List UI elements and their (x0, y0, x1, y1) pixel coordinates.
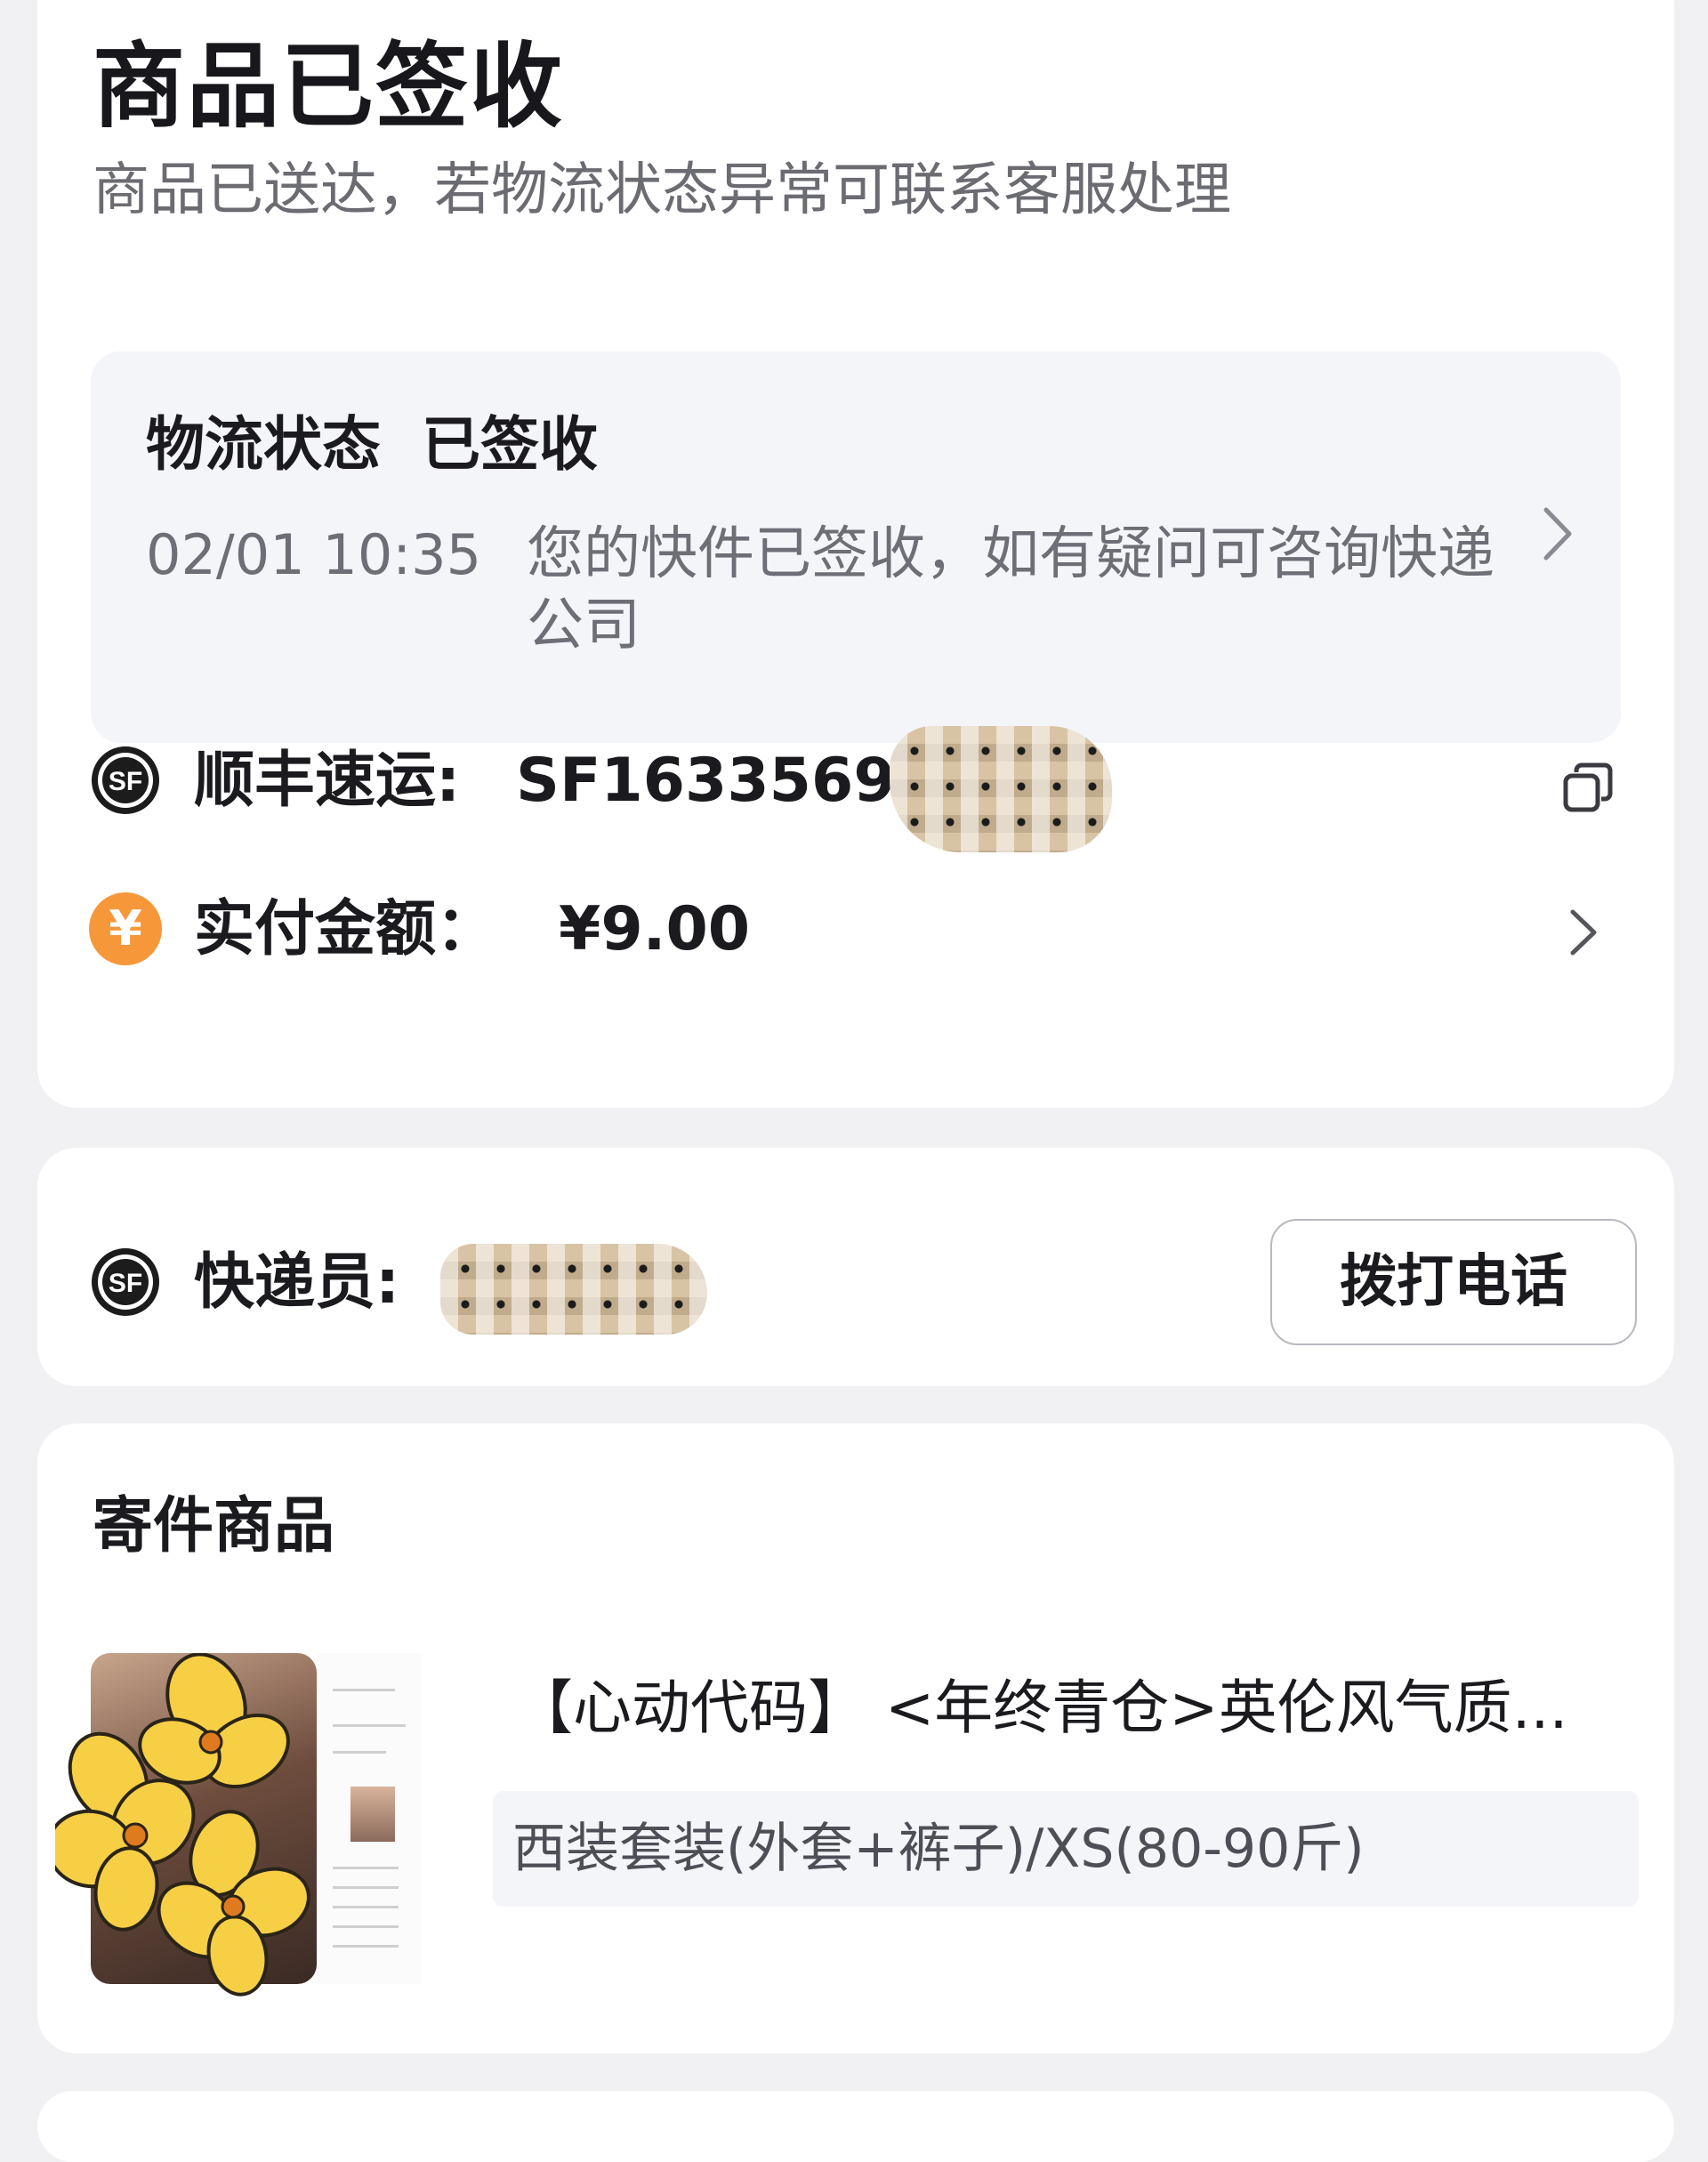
courier-row: SF 快递员: 拨打电话 (89, 1219, 1637, 1345)
courier-card: SF 快递员: 拨打电话 (37, 1148, 1674, 1386)
redaction-scribble (890, 726, 1112, 852)
shipment-status-card: 商品已签收 商品已送达，若物流状态异常可联系客服处理 物流状态 已签收 02/01… (37, 0, 1674, 1108)
shipped-goods-card: 寄件商品 【心动代码】 <年终青仓>英伦风气质... 西装套装(外套+裤子)/X… (37, 1424, 1674, 2053)
payment-amount: ¥9.00 (559, 894, 751, 964)
goods-sku: 西装套装(外套+裤子)/XS(80-90斤) (493, 1791, 1639, 1907)
tracking-number: SF16335693 (516, 746, 938, 816)
goods-item[interactable]: 【心动代码】 <年终青仓>英伦风气质... 西装套装(外套+裤子)/XS(80-… (55, 1653, 1639, 1997)
payment-label: 实付金额： (194, 894, 497, 964)
logistics-status: 已签收 (422, 410, 598, 479)
copy-icon[interactable] (1562, 762, 1614, 813)
chevron-right-icon[interactable] (1566, 905, 1601, 960)
logistics-heading: 物流状态 已签收 (146, 415, 598, 474)
page-subtitle: 商品已送达，若物流状态异常可联系客服处理 (93, 157, 1231, 223)
chevron-right-icon[interactable] (1539, 503, 1575, 565)
size-chart-thumbnail (317, 1653, 422, 1984)
sf-express-logo-icon: SF (92, 1248, 159, 1316)
product-thumbnail (91, 1653, 317, 1984)
logistics-time: 02/01 10:35 (146, 522, 482, 587)
logistics-status-panel[interactable]: 物流状态 已签收 02/01 10:35 您的快件已签收，如有疑问可咨询快递公司 (91, 351, 1621, 743)
goods-section-title: 寄件商品 (93, 1491, 335, 1561)
tracking-carrier-label: 顺丰速运: (194, 746, 461, 816)
logistics-description: 您的快件已签收，如有疑问可咨询快递公司 (527, 521, 1494, 658)
redaction-scribble (440, 1244, 707, 1335)
call-courier-button[interactable]: 拨打电话 (1270, 1219, 1637, 1345)
logistics-label: 物流状态 (146, 410, 381, 479)
tracking-row: SF 顺丰速运: SF16335693 (89, 726, 1637, 852)
payment-row[interactable]: ¥ 实付金额： ¥9.00 (89, 885, 1637, 974)
next-card (37, 2091, 1674, 2162)
yen-icon: ¥ (89, 892, 162, 965)
courier-label: 快递员: (194, 1247, 400, 1318)
svg-text:SF: SF (109, 1269, 142, 1298)
svg-text:SF: SF (109, 767, 142, 796)
page-title: 商品已签收 (93, 32, 565, 141)
sf-express-logo-icon: SF (92, 746, 159, 814)
goods-title: 【心动代码】 <年终青仓>英伦风气质... (514, 1674, 1568, 1742)
